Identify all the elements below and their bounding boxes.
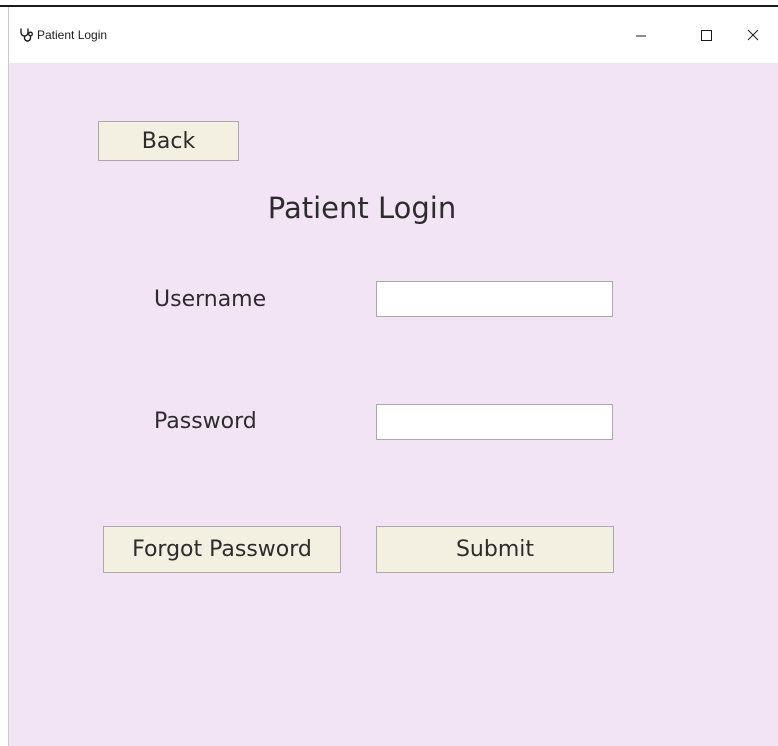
username-input[interactable] xyxy=(376,281,613,317)
password-label: Password xyxy=(154,409,257,434)
window-title: Patient Login xyxy=(37,28,108,42)
page-title: Patient Login xyxy=(267,191,457,225)
close-icon xyxy=(730,25,776,47)
submit-button[interactable]: Submit xyxy=(376,526,614,573)
close-button[interactable] xyxy=(730,25,776,47)
back-button[interactable]: Back xyxy=(98,121,239,161)
screen: Patient Login Back Patient Login Usernam… xyxy=(0,0,778,746)
password-input[interactable] xyxy=(376,404,613,440)
title-bar[interactable]: Patient Login xyxy=(9,7,778,63)
username-label: Username xyxy=(154,287,267,312)
stethoscope-icon xyxy=(19,27,35,43)
maximize-icon xyxy=(683,25,729,47)
minimize-icon xyxy=(618,25,664,47)
login-window: Patient Login Back Patient Login Usernam… xyxy=(8,7,778,746)
maximize-button[interactable] xyxy=(683,25,729,47)
forgot-password-button[interactable]: Forgot Password xyxy=(103,526,341,573)
minimize-button[interactable] xyxy=(618,25,664,47)
top-border xyxy=(0,0,778,7)
form-area: Back Patient Login Username Password For… xyxy=(9,63,778,746)
